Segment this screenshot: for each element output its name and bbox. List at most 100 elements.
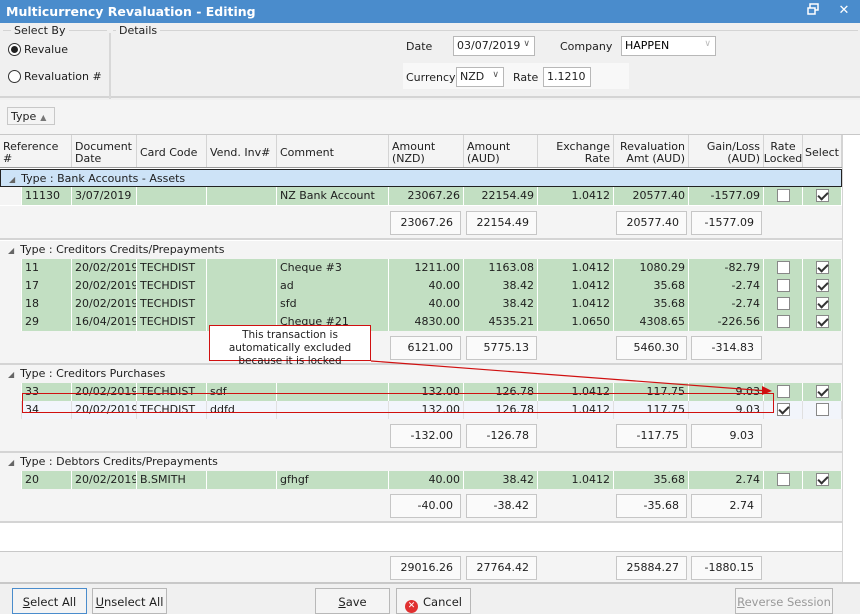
group-total-revaluation: 20577.40 [616,211,687,235]
cell-gain: -82.79 [689,259,764,277]
col-revaluation-amt[interactable]: Revaluation Amt (AUD) [614,135,689,167]
col-select[interactable]: Select [803,135,842,167]
group-header-label: Type : Creditors Credits/Prepayments [20,243,225,256]
rate-locked-checkbox[interactable] [777,297,790,310]
select-checkbox[interactable] [816,279,829,292]
company-select[interactable]: HAPPEN ∨ [621,36,716,56]
table-row[interactable]: 33 20/02/2019 TECHDIST sdf 132.00 126.78 1.041… [0,383,842,401]
cell-comment: gfhgf [277,471,389,489]
save-button[interactable]: Save [315,588,390,614]
select-all-button[interactable]: Select All [12,588,87,614]
group-total-revaluation: -35.68 [616,494,687,518]
row-indicator [0,383,22,401]
col-gain-loss[interactable]: Gain/Loss (AUD) [689,135,764,167]
cell-rate: 1.0412 [538,295,614,313]
cell-gain: -226.56 [689,313,764,331]
rate-locked-checkbox[interactable] [777,385,790,398]
col-amount-aud[interactable]: Amount (AUD) [464,135,538,167]
cell-comment: Cheque #3 [277,259,389,277]
cell-rate: 1.0412 [538,259,614,277]
rate-locked-checkbox[interactable] [777,315,790,328]
col-exchange-rate[interactable]: Exchange Rate [538,135,614,167]
group-total-amount-nzd: 23067.26 [390,211,461,235]
collapse-triangle-icon[interactable]: ◢ [9,175,15,184]
date-picker[interactable]: 03/07/2019 ∨ [453,36,535,56]
cell-amt_aud: 126.78 [464,401,538,419]
cell-date: 20/02/2019 [72,383,137,401]
group-total-amount-nzd: -40.00 [390,494,461,518]
collapse-triangle-icon[interactable]: ◢ [8,458,14,467]
table-row[interactable]: 17 20/02/2019 TECHDIST ad 40.00 38.42 1.0412 35… [0,277,842,295]
group-total-amount-aud: -126.78 [466,424,537,448]
col-card-code[interactable]: Card Code [137,135,207,167]
radio-revalue[interactable]: Revalue [8,43,68,56]
unselect-all-button[interactable]: Unselect All [92,588,167,614]
select-checkbox[interactable] [816,385,829,398]
row-indicator [0,313,22,331]
cell-reval: 35.68 [614,295,689,313]
restore-icon[interactable] [804,3,822,21]
select-checkbox[interactable] [816,297,829,310]
group-header-row[interactable]: ◢ Type : Bank Accounts - Assets [0,169,842,187]
rate-value: 1.1210 [547,70,586,83]
group-header-label: Type : Bank Accounts - Assets [21,172,186,185]
cell-amt_nzd: 23067.26 [389,187,464,205]
rate-locked-checkbox[interactable] [777,189,790,202]
cell-reval: 35.68 [614,471,689,489]
collapse-triangle-icon[interactable]: ◢ [8,246,14,255]
table-row[interactable]: 29 16/04/2019 TECHDIST Cheque #21 4830.00 453… [0,313,842,331]
table-row[interactable]: 18 20/02/2019 TECHDIST sfd 40.00 38.42 1.0412 3… [0,295,842,313]
select-checkbox[interactable] [816,261,829,274]
details-title: Details [116,24,161,37]
radio-unselected-icon [8,70,21,83]
cell-amt_nzd: 132.00 [389,383,464,401]
col-rate-locked[interactable]: Rate Locked [764,135,803,167]
table-row[interactable]: 11 20/02/2019 TECHDIST Cheque #3 1211.00 1163… [0,259,842,277]
col-amount-nzd[interactable]: Amount (NZD) [389,135,464,167]
group-total-gain-loss: -1577.09 [691,211,762,235]
select-checkbox[interactable] [816,473,829,486]
cancel-button[interactable]: ✕ Cancel [396,588,471,614]
group-total-amount-aud: 5775.13 [466,336,537,360]
cell-ref: 33 [22,383,72,401]
rate-locked-checkbox[interactable] [777,279,790,292]
table-row[interactable]: 11130 3/07/2019 NZ Bank Account 23067.26 221… [0,187,842,205]
row-indicator [0,187,22,205]
date-value: 03/07/2019 [457,39,521,52]
cell-amt_aud: 22154.49 [464,187,538,205]
col-reference[interactable]: Reference # [0,135,72,167]
col-document-date[interactable]: Document Date [72,135,137,167]
group-footer-row: 23067.26 22154.49 20577.40 -1577.09 [0,206,842,240]
group-header-row[interactable]: ◢ Type : Creditors Credits/Prepayments [0,241,842,259]
rate-locked-checkbox[interactable] [777,261,790,274]
radio-revaluation-number[interactable]: Revaluation # [8,70,102,83]
vertical-scrollbar[interactable] [842,135,860,582]
col-comment[interactable]: Comment [277,135,389,167]
cell-amt_nzd: 40.00 [389,295,464,313]
reverse-session-button[interactable]: Reverse Session [735,588,833,614]
currency-value: NZD [460,70,485,83]
group-total-gain-loss: -314.83 [691,336,762,360]
select-checkbox[interactable] [816,315,829,328]
col-vend-inv[interactable]: Vend. Inv# [207,135,277,167]
group-header-row[interactable]: ◢ Type : Debtors Credits/Prepayments [0,453,842,471]
grand-total-gain-loss: -1880.15 [691,556,762,580]
table-row[interactable]: 20 20/02/2019 B.SMITH gfhgf 40.00 38.42 1.0412… [0,471,842,489]
rate-locked-checkbox[interactable] [777,473,790,486]
rate-input[interactable]: 1.1210 [543,67,591,87]
currency-select[interactable]: NZD ∨ [456,67,504,87]
cell-rate: 1.0412 [538,187,614,205]
close-icon[interactable]: ✕ [835,3,853,21]
group-header-row[interactable]: ◢ Type : Creditors Purchases [0,365,842,383]
cell-amt_aud: 38.42 [464,277,538,295]
group-chip-type[interactable]: Type ▲ [7,107,55,125]
rate-locked-checkbox[interactable] [777,403,790,416]
table-row[interactable]: 34 20/02/2019 TECHDIST ddfd 132.00 126.78 1.04… [0,401,842,419]
select-checkbox[interactable] [816,403,829,416]
collapse-triangle-icon[interactable]: ◢ [8,370,14,379]
cell-comment: sfd [277,295,389,313]
select-checkbox[interactable] [816,189,829,202]
window-titlebar: Multicurrency Revaluation - Editing [0,0,860,23]
button-bar: Select All Unselect All Save ✕ Cancel Rev… [0,582,860,614]
group-total-gain-loss: 9.03 [691,424,762,448]
